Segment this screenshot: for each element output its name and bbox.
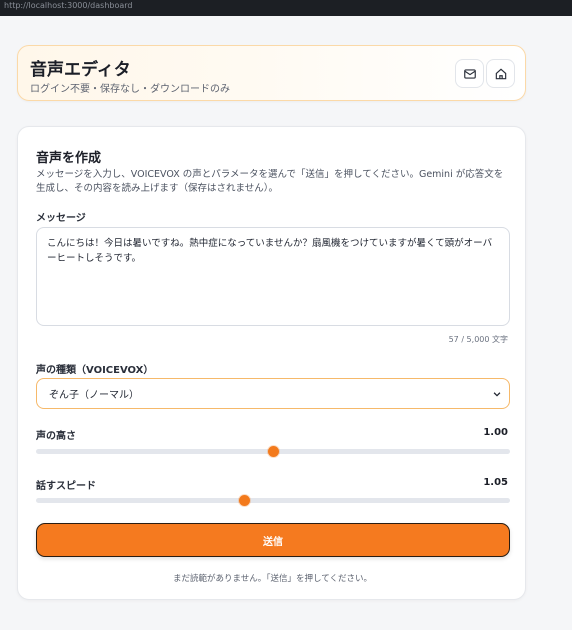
pitch-slider-thumb[interactable]: [267, 446, 279, 457]
browser-address-bar[interactable]: http://localhost:3000/dashboard: [0, 0, 572, 16]
voice-select[interactable]: ぞん子（ノーマル）: [36, 378, 510, 409]
character-counter: 57 / 5,000 文字: [448, 335, 508, 344]
pitch-slider[interactable]: [36, 446, 510, 457]
speed-slider-thumb[interactable]: [239, 495, 251, 506]
pitch-label: 声の高さ: [36, 431, 76, 442]
mail-icon: [463, 68, 476, 79]
empty-state-note: まだ読範がありません。「送信」を押してください。: [173, 574, 372, 584]
app-header: 音声エディタ ログイン不要・保存なし・ダウンロードのみ: [17, 45, 526, 101]
voice-label: 声の種類（VOICEVOX）: [36, 365, 154, 376]
create-voice-card: 音声を作成 メッセージを入力し、VOICEVOX の声とパラメータを選んで「送信…: [17, 126, 526, 600]
voice-selected-value: ぞん子（ノーマル）: [49, 390, 139, 401]
speed-value: 1.05: [483, 477, 508, 488]
speed-slider[interactable]: [36, 495, 510, 506]
card-title: 音声を作成: [36, 151, 102, 166]
speed-label: 話すスピード: [36, 481, 96, 492]
app-subtitle: ログイン不要・保存なし・ダウンロードのみ: [30, 84, 230, 95]
mail-button[interactable]: [455, 59, 484, 88]
home-button[interactable]: [486, 59, 515, 88]
pitch-value: 1.00: [483, 427, 508, 438]
send-button[interactable]: 送信: [36, 523, 510, 557]
home-icon: [495, 68, 506, 79]
app-title: 音声エディタ: [30, 60, 131, 80]
message-label: メッセージ: [36, 213, 86, 224]
url-text: http://localhost:3000/dashboard: [4, 1, 133, 10]
chevron-down-icon: [493, 392, 501, 397]
message-textarea[interactable]: こんにちは！今日は暑いですね。熱中症になっていませんか？扇風機をつけていますが暑…: [36, 227, 510, 326]
card-description: メッセージを入力し、VOICEVOX の声とパラメータを選んで「送信」を押してく…: [36, 169, 504, 194]
